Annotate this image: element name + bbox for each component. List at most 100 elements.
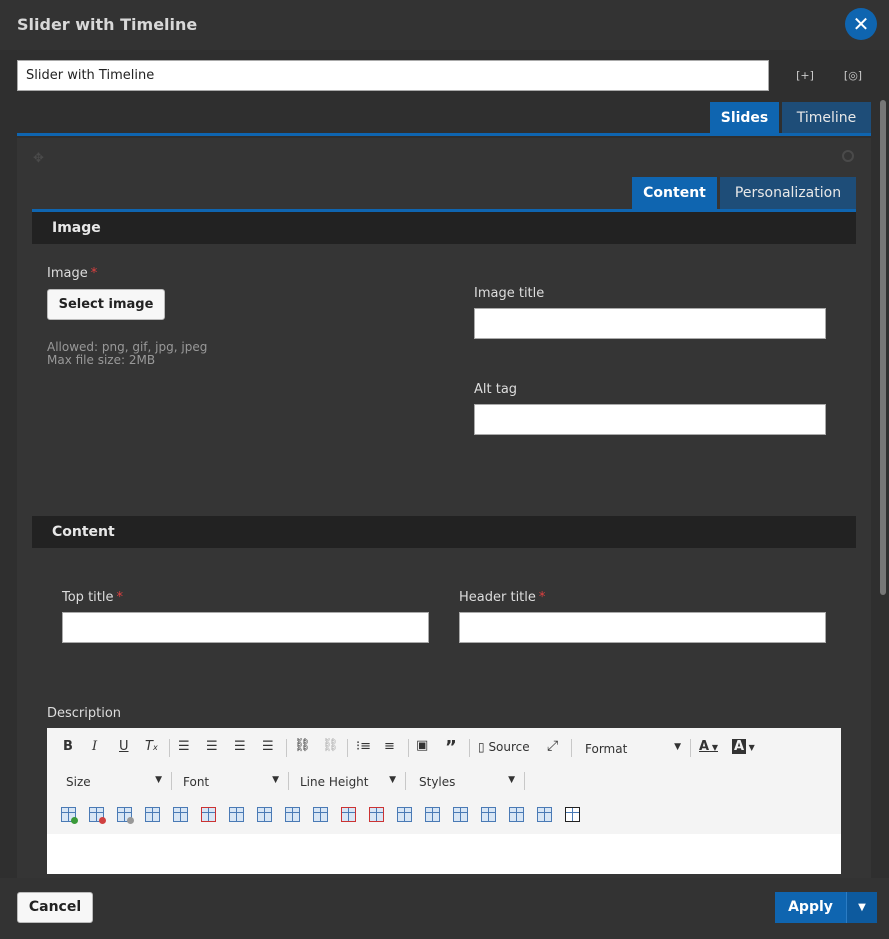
delete-cell-icon[interactable] xyxy=(369,807,384,822)
insert-column-after-icon[interactable] xyxy=(257,807,272,822)
underline-icon[interactable]: U xyxy=(119,739,129,754)
split-cell-horizontal-icon[interactable] xyxy=(453,807,468,822)
insert-row-icon[interactable] xyxy=(61,807,78,824)
line-height-dropdown[interactable]: Line Height ▼ xyxy=(300,775,396,789)
chevron-down-icon: ▼ xyxy=(674,742,681,752)
tab-personalization[interactable]: Personalization xyxy=(720,177,856,209)
link-icon[interactable]: ⛓ xyxy=(294,738,311,753)
top-title-input[interactable] xyxy=(62,612,429,643)
text-color-icon[interactable]: A ▼ xyxy=(699,739,718,754)
align-right-icon[interactable]: ☰ xyxy=(234,739,246,754)
top-tabs: Slides Timeline xyxy=(710,102,871,134)
header-title-label-text: Header title xyxy=(459,590,536,605)
unlink-icon[interactable]: ⛓ xyxy=(322,738,339,753)
remove-slide-icon[interactable] xyxy=(842,150,854,162)
description-editor: B I U Tx ☰ ☰ ☰ ☰ ⛓ ⛓ ⁝≡ ≡ ▣ ” ▯ Source ⤢… xyxy=(47,728,841,874)
tab-content[interactable]: Content xyxy=(632,177,717,209)
table-icon[interactable] xyxy=(565,807,580,822)
source-button[interactable]: ▯ Source xyxy=(478,740,530,754)
chevron-down-icon: ▼ xyxy=(272,775,279,785)
toolbar-separator xyxy=(288,772,289,790)
toolbar-separator xyxy=(690,739,691,757)
remove-format-icon[interactable]: Tx xyxy=(145,739,158,754)
toolbar-separator xyxy=(571,739,572,757)
tab-timeline[interactable]: Timeline xyxy=(782,102,871,134)
move-column-left-icon[interactable] xyxy=(285,807,300,822)
insert-cell-icon[interactable] xyxy=(509,807,524,822)
toolbar-separator xyxy=(171,772,172,790)
toolbar-separator xyxy=(286,739,287,757)
background-color-icon[interactable]: A ▼ xyxy=(732,739,755,754)
styles-dropdown[interactable]: Styles ▼ xyxy=(419,775,515,789)
chevron-down-icon[interactable]: ▼ xyxy=(846,892,877,923)
font-dropdown[interactable]: Font ▼ xyxy=(183,775,279,789)
alt-tag-input[interactable] xyxy=(474,404,826,435)
slider-name-input[interactable] xyxy=(17,60,769,91)
preview-icon[interactable]: [◎] xyxy=(843,66,863,86)
table-properties-icon[interactable] xyxy=(117,807,134,824)
row-properties-icon[interactable] xyxy=(537,807,552,822)
content-section-title: Content xyxy=(52,524,115,540)
maximize-icon[interactable]: ⤢ xyxy=(547,738,558,754)
chevron-down-icon: ▼ xyxy=(155,775,162,785)
source-icon: ▯ xyxy=(478,740,485,754)
numbered-list-icon[interactable]: ≡ xyxy=(384,739,395,754)
image-title-label: Image title xyxy=(474,286,545,301)
delete-row-icon[interactable] xyxy=(89,807,106,824)
align-center-icon[interactable]: ☰ xyxy=(206,739,218,754)
size-dropdown[interactable]: Size ▼ xyxy=(66,775,162,789)
top-tabs-rule xyxy=(17,133,871,136)
toolbar-separator xyxy=(405,772,406,790)
cancel-button[interactable]: Cancel xyxy=(17,892,93,923)
image-icon[interactable]: ▣ xyxy=(416,738,428,753)
align-left-icon[interactable]: ☰ xyxy=(178,739,190,754)
description-label: Description xyxy=(47,706,122,721)
dialog-title: Slider with Timeline xyxy=(17,15,198,34)
expand-icon[interactable]: [+] xyxy=(795,66,815,86)
header-title-label: Header title * xyxy=(459,590,545,605)
dialog-header: Slider with Timeline xyxy=(0,0,889,50)
insert-column-before-icon[interactable] xyxy=(229,807,244,822)
delete-table-row-icon[interactable] xyxy=(201,807,216,822)
toolbar-separator xyxy=(469,739,470,757)
bold-icon[interactable]: B xyxy=(63,739,73,754)
merge-cells-icon[interactable] xyxy=(397,807,412,822)
bulleted-list-icon[interactable]: ⁝≡ xyxy=(356,739,371,754)
alt-tag-label: Alt tag xyxy=(474,382,518,397)
apply-button[interactable]: Apply xyxy=(775,892,846,923)
format-dropdown[interactable]: Format ▼ xyxy=(585,742,681,756)
upload-hint: Allowed: png, gif, jpg, jpeg Max file si… xyxy=(47,341,207,367)
blockquote-icon[interactable]: ” xyxy=(445,737,457,758)
toolbar-separator xyxy=(524,772,525,790)
required-mark: * xyxy=(90,266,98,281)
insert-row-before-icon[interactable] xyxy=(145,807,160,822)
required-mark: * xyxy=(538,590,546,605)
cell-properties-icon[interactable] xyxy=(425,807,440,822)
italic-icon[interactable]: I xyxy=(92,739,97,754)
top-title-label: Top title * xyxy=(62,590,123,605)
toolbar-separator xyxy=(169,739,170,757)
tab-slides[interactable]: Slides xyxy=(710,102,779,134)
toolbar-separator xyxy=(408,739,409,757)
size-label: Size xyxy=(66,775,91,789)
inner-tabs: Content Personalization xyxy=(632,177,856,209)
delete-column-icon[interactable] xyxy=(341,807,356,822)
source-label: Source xyxy=(488,740,530,754)
scrollbar[interactable] xyxy=(880,100,886,595)
top-title-label-text: Top title xyxy=(62,590,114,605)
editor-content-area[interactable] xyxy=(47,834,841,874)
image-section-header: Image xyxy=(32,212,856,244)
select-image-button[interactable]: Select image xyxy=(47,289,165,320)
line-height-label: Line Height xyxy=(300,775,369,789)
chevron-down-icon: ▼ xyxy=(508,775,515,785)
justify-icon[interactable]: ☰ xyxy=(262,739,274,754)
max-size-hint: Max file size: 2MB xyxy=(47,353,156,367)
insert-row-after-icon[interactable] xyxy=(173,807,188,822)
header-title-input[interactable] xyxy=(459,612,826,643)
image-title-input[interactable] xyxy=(474,308,826,339)
move-column-right-icon[interactable] xyxy=(313,807,328,822)
drag-handle-icon[interactable]: ✥ xyxy=(33,151,44,166)
split-cell-vertical-icon[interactable] xyxy=(481,807,496,822)
close-icon[interactable]: ✕ xyxy=(845,8,877,40)
content-section-header: Content xyxy=(32,516,856,548)
